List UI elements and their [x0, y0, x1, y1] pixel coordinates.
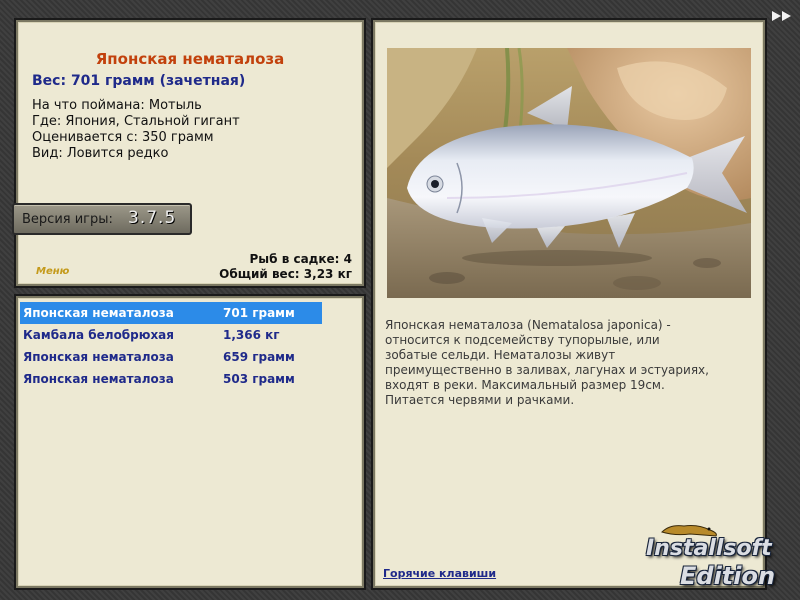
hotkeys-link[interactable]: Горячие клавиши [383, 567, 496, 580]
fish-location: Где: Япония, Стальной гигант [32, 114, 240, 129]
cage-total-weight: Общий вес: 3,23 кг [219, 267, 352, 281]
version-plate: Версия игры: 3.7.5 [12, 203, 192, 235]
next-button[interactable] [770, 8, 794, 24]
catch-row[interactable]: Японская нематалоза 503 грамм [20, 368, 322, 390]
catch-name: Японская нематалоза [23, 372, 174, 386]
catch-row[interactable]: Камбала белобрюхая 1,366 кг [20, 324, 322, 346]
menu-button[interactable]: Меню [36, 266, 69, 277]
catch-name: Камбала белобрюхая [23, 328, 174, 342]
catch-name: Японская нематалоза [23, 306, 174, 320]
fish-description: Японская нематалоза (Nematalosa japonica… [385, 318, 709, 407]
catch-weight: 1,366 кг [223, 328, 280, 342]
catch-weight: 503 грамм [223, 372, 295, 386]
fast-forward-icon [772, 11, 791, 21]
fish-rated-from: Оценивается с: 350 грамм [32, 130, 214, 145]
catch-list: Японская нематалоза 701 грамм Камбала бе… [20, 302, 322, 390]
fish-info-panel: Японская нематалоза Вес: 701 грамм (заче… [12, 18, 366, 288]
catch-weight: 701 грамм [223, 306, 295, 320]
version-label: Версия игры: [22, 212, 113, 227]
watermark-line1: Installsoft [646, 536, 772, 561]
fish-photo [387, 48, 751, 298]
catch-list-panel: Японская нематалоза 701 грамм Камбала бе… [14, 294, 366, 590]
watermark-line2: Edition [680, 562, 776, 590]
catch-name: Японская нематалоза [23, 350, 174, 364]
catch-row[interactable]: Японская нематалоза 701 грамм [20, 302, 322, 324]
fish-title: Японская нематалоза [95, 50, 285, 68]
fish-rarity: Вид: Ловится редко [32, 146, 169, 161]
installsoft-watermark: Installsoft Edition [640, 518, 795, 596]
fish-bait: На что поймана: Мотыль [32, 98, 202, 113]
fish-weight: Вес: 701 грамм (зачетная) [32, 73, 246, 89]
cage-fish-count: Рыб в садке: 4 [249, 252, 353, 266]
fish-detail-panel: Японская нематалоза (Nematalosa japonica… [371, 18, 767, 590]
catch-row[interactable]: Японская нематалоза 659 грамм [20, 346, 322, 368]
catch-weight: 659 грамм [223, 350, 295, 364]
version-number: 3.7.5 [128, 208, 177, 228]
